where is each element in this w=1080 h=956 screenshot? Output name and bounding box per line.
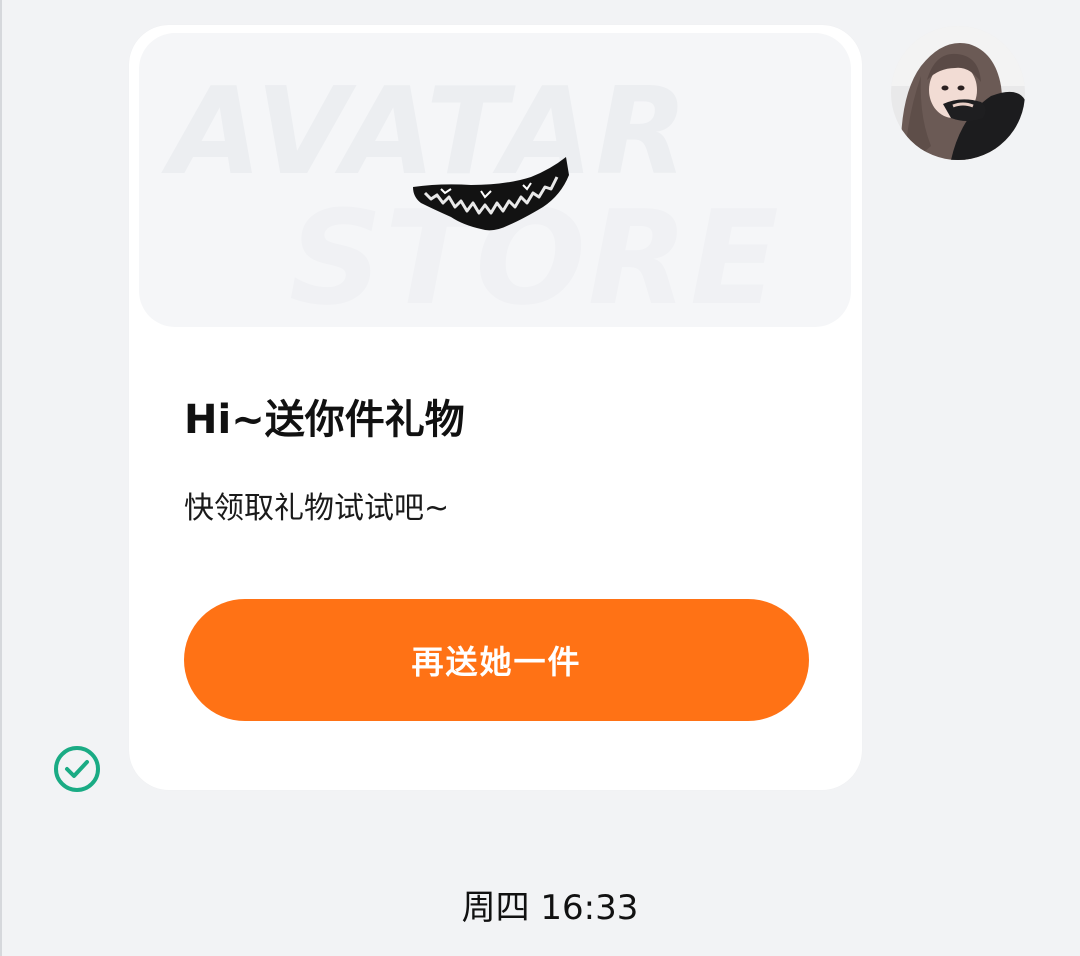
gift-subtitle: 快领取礼物试试吧~ xyxy=(184,491,450,526)
gift-banner: AVATAR STORE xyxy=(139,33,851,327)
vampire-fangs-icon xyxy=(413,157,569,231)
avatar-photo xyxy=(891,26,1025,160)
message-timestamp: 周四 16:33 xyxy=(461,888,639,928)
gift-title: Hi~送你件礼物 xyxy=(184,397,465,443)
send-another-gift-button[interactable]: 再送她一件 xyxy=(184,599,809,721)
left-divider xyxy=(0,0,2,956)
chat-area: AVATAR STORE Hi~送你件礼物 快领取礼物试试吧~ 再送她一件 周四… xyxy=(0,0,1080,956)
user-avatar[interactable] xyxy=(891,26,1025,160)
gift-message-card[interactable]: AVATAR STORE Hi~送你件礼物 快领取礼物试试吧~ 再送她一件 xyxy=(129,25,862,790)
check-circle-icon xyxy=(54,746,100,792)
